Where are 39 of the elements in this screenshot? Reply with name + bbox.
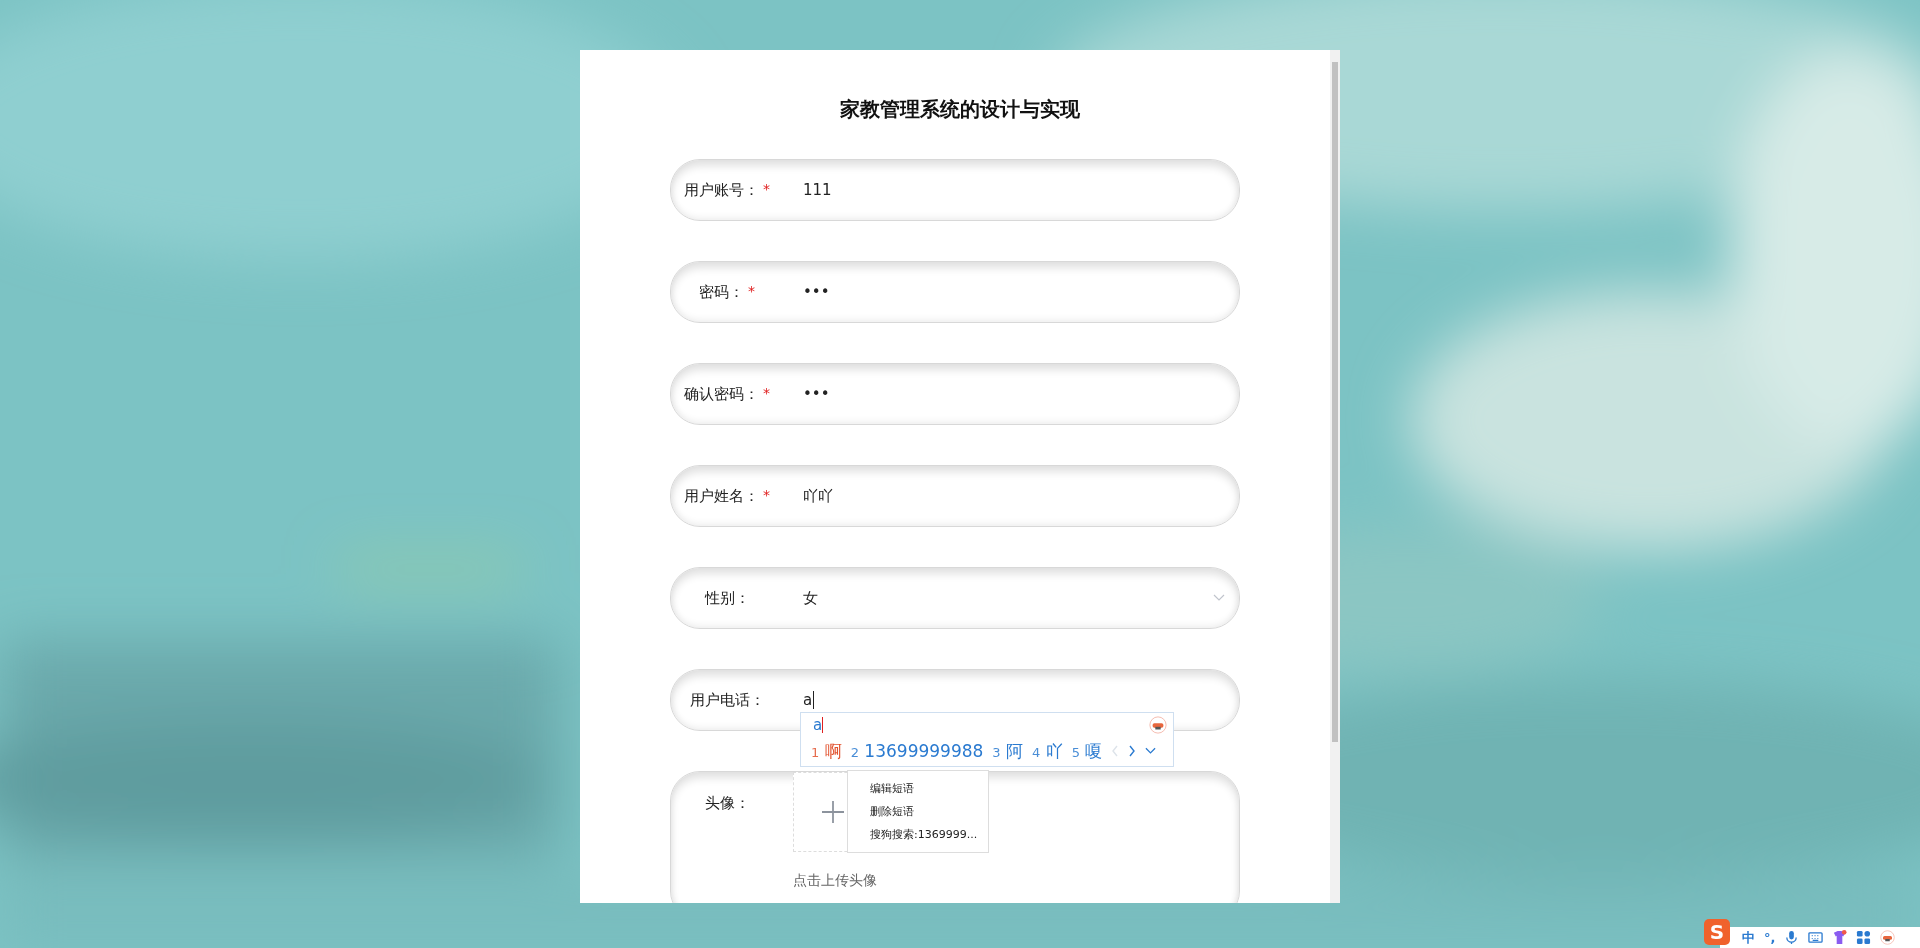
input-field[interactable]: a xyxy=(803,685,1003,715)
shirt-icon[interactable] xyxy=(1832,930,1848,945)
ime-candidate[interactable]: 4 吖 xyxy=(1032,739,1063,763)
menu-item[interactable]: 搜狗搜索:1369999... xyxy=(848,823,988,846)
plus-icon xyxy=(822,801,844,823)
input-field[interactable]: 吖吖 xyxy=(803,481,1003,511)
required-mark: * xyxy=(763,486,770,503)
field-label: 密码： xyxy=(699,282,744,302)
ime-candidate[interactable]: 2 13699999988 xyxy=(850,741,984,761)
chevron-down-icon xyxy=(1213,594,1225,602)
ime-candidate[interactable]: 3 阿 xyxy=(992,739,1024,763)
field-label: 用户电话： xyxy=(689,690,765,710)
arrow-right-icon[interactable] xyxy=(1128,745,1137,757)
required-mark: * xyxy=(748,282,755,299)
required-mark: * xyxy=(763,180,770,197)
field-label: 确认密码： xyxy=(684,384,759,404)
ime-composition: a xyxy=(813,716,823,734)
field-label: 性别： xyxy=(704,588,750,608)
scrollbar[interactable] xyxy=(1330,50,1340,903)
grid-icon[interactable] xyxy=(1856,930,1872,945)
chevron-down-icon[interactable] xyxy=(1145,747,1157,755)
microphone-icon[interactable] xyxy=(1784,930,1800,945)
punctuation-toggle[interactable]: °, xyxy=(1764,930,1776,945)
select-field[interactable]: 女 xyxy=(803,583,1003,613)
field-label: 用户账号： xyxy=(684,180,759,200)
required-mark: * xyxy=(763,384,770,401)
input-field[interactable]: ••• xyxy=(803,379,1003,409)
input-mode-toggle[interactable]: 中 xyxy=(1742,928,1755,947)
keyboard-icon[interactable] xyxy=(1808,930,1824,945)
input-field[interactable]: 111 xyxy=(803,175,1003,205)
menu-item[interactable]: 删除短语 xyxy=(848,800,988,823)
input-field[interactable]: ••• xyxy=(803,277,1003,307)
form-title: 家教管理系统的设计与实现 xyxy=(840,96,1080,123)
menu-item[interactable]: 编辑短语 xyxy=(848,777,988,800)
ime-candidate[interactable]: 1 啊 xyxy=(811,739,842,763)
field-label: 用户姓名： xyxy=(684,486,759,506)
upload-hint: 点击上传头像 xyxy=(793,872,877,890)
ime-candidate[interactable]: 5 嗄 xyxy=(1071,739,1103,763)
field-label: 头像： xyxy=(704,794,750,813)
